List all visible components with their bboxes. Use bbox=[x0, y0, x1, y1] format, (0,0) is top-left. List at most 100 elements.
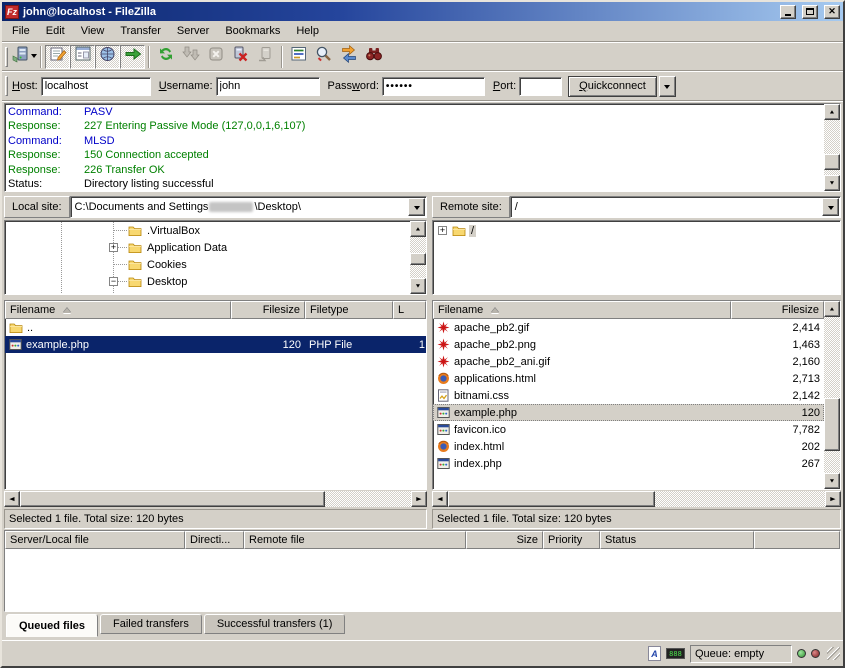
reconnect-button[interactable] bbox=[253, 45, 278, 69]
menu-item-edit[interactable]: Edit bbox=[38, 22, 73, 40]
scroll-down-button[interactable]: ▼ bbox=[824, 175, 840, 191]
scroll-down-button[interactable]: ▼ bbox=[410, 278, 426, 294]
refresh-button[interactable] bbox=[153, 45, 178, 69]
refresh-icon bbox=[157, 45, 175, 68]
local-tree-scrollbar[interactable]: ▲ ▼ bbox=[410, 221, 426, 294]
queue-column-size[interactable]: Size bbox=[466, 531, 543, 549]
synchronized-browsing-button[interactable] bbox=[336, 45, 361, 69]
resize-grip[interactable] bbox=[827, 647, 840, 660]
expand-plus-icon[interactable]: + bbox=[438, 226, 447, 235]
queue-column-server-local-file[interactable]: Server/Local file bbox=[5, 531, 185, 549]
tab-successful-transfers-1[interactable]: Successful transfers (1) bbox=[204, 614, 346, 634]
queue-column-priority[interactable]: Priority bbox=[543, 531, 600, 549]
remote-site-combo[interactable]: / bbox=[510, 196, 841, 218]
tab-failed-transfers[interactable]: Failed transfers bbox=[100, 614, 202, 634]
expand-plus-icon[interactable]: + bbox=[109, 243, 118, 252]
file-row-favicon-ico[interactable]: favicon.ico7,782 bbox=[433, 421, 824, 438]
remote-hscrollbar[interactable]: ◀ ▶ bbox=[432, 491, 841, 507]
queue-column-status[interactable]: Status bbox=[600, 531, 754, 549]
column-header-filesize[interactable]: Filesize bbox=[231, 301, 305, 319]
toggle-local-tree-button[interactable] bbox=[70, 45, 95, 69]
scroll-left-button[interactable]: ◀ bbox=[4, 491, 20, 507]
file-row-item[interactable]: .. bbox=[5, 319, 426, 336]
file-row-index-php[interactable]: index.php267 bbox=[433, 455, 824, 472]
file-row-apache-pb2-png[interactable]: apache_pb2.png1,463 bbox=[433, 336, 824, 353]
site-manager-button[interactable] bbox=[12, 45, 37, 69]
file-row-bitnami-css[interactable]: bitnami.css2,142 bbox=[433, 387, 824, 404]
file-row-apache-pb2-gif[interactable]: apache_pb2.gif2,414 bbox=[433, 319, 824, 336]
scroll-up-button[interactable]: ▲ bbox=[824, 104, 840, 120]
menu-item-view[interactable]: View bbox=[73, 22, 113, 40]
process-queue-button[interactable] bbox=[178, 45, 203, 69]
scroll-thumb[interactable] bbox=[448, 491, 655, 507]
password-input[interactable] bbox=[382, 77, 485, 96]
file-row-example-php[interactable]: example.php120 bbox=[433, 404, 824, 421]
transfer-type-icon[interactable]: A bbox=[648, 646, 661, 661]
toggle-remote-tree-button[interactable] bbox=[95, 45, 120, 69]
file-row-applications-html[interactable]: applications.html2,713 bbox=[433, 370, 824, 387]
scroll-track[interactable] bbox=[824, 317, 840, 473]
scroll-track[interactable] bbox=[410, 237, 426, 278]
queue-column-directi[interactable]: Directi... bbox=[185, 531, 244, 549]
scroll-thumb[interactable] bbox=[824, 398, 840, 451]
scroll-track[interactable] bbox=[20, 491, 411, 507]
cancel-operation-button[interactable] bbox=[203, 45, 228, 69]
column-header-filename[interactable]: Filename bbox=[5, 301, 231, 319]
filter-button[interactable] bbox=[286, 45, 311, 69]
remote-combo-dropdown[interactable] bbox=[822, 198, 839, 216]
log-line-status: Status:Directory listing successful bbox=[8, 177, 822, 191]
scroll-down-button[interactable]: ▼ bbox=[824, 473, 840, 489]
tab-queued-files[interactable]: Queued files bbox=[6, 614, 98, 637]
tree-item-virtualbox[interactable]: .VirtualBox bbox=[6, 222, 409, 239]
remote-list-scrollbar[interactable]: ▲ ▼ bbox=[824, 301, 840, 489]
collapse-minus-icon[interactable]: − bbox=[109, 277, 118, 286]
local-site-combo[interactable]: C:\Documents and Settings\Desktop\ bbox=[70, 196, 427, 218]
toggle-transfer-queue-button[interactable] bbox=[120, 45, 145, 69]
quickconnect-button[interactable]: Quickconnect bbox=[568, 76, 657, 97]
queue-column-remote-file[interactable]: Remote file bbox=[244, 531, 466, 549]
directory-comparison-button[interactable] bbox=[311, 45, 336, 69]
css-file-icon bbox=[437, 389, 450, 402]
column-header-filename[interactable]: Filename bbox=[433, 301, 731, 319]
scroll-up-button[interactable]: ▲ bbox=[824, 301, 840, 317]
scroll-thumb[interactable] bbox=[410, 253, 426, 265]
port-input[interactable] bbox=[519, 77, 562, 96]
disconnect-button[interactable] bbox=[228, 45, 253, 69]
tree-item-desktop[interactable]: −Desktop bbox=[6, 273, 409, 290]
scroll-track[interactable] bbox=[824, 120, 840, 175]
username-input[interactable] bbox=[216, 77, 320, 96]
queue-header: Server/Local fileDirecti...Remote fileSi… bbox=[5, 531, 840, 549]
file-row-index-html[interactable]: index.html202 bbox=[433, 438, 824, 455]
toggle-message-log-button[interactable] bbox=[45, 45, 70, 69]
file-row-apache-pb2-ani-gif[interactable]: apache_pb2_ani.gif2,160 bbox=[433, 353, 824, 370]
close-button[interactable]: ✕ bbox=[824, 5, 840, 19]
tree-item-application-data[interactable]: +Application Data bbox=[6, 239, 409, 256]
host-input[interactable] bbox=[41, 77, 151, 96]
tree-item-root[interactable]: +/ bbox=[434, 222, 839, 239]
menu-item-bookmarks[interactable]: Bookmarks bbox=[217, 22, 288, 40]
menu-item-file[interactable]: File bbox=[4, 22, 38, 40]
maximize-button[interactable] bbox=[802, 5, 818, 19]
local-combo-dropdown[interactable] bbox=[408, 198, 425, 216]
menu-item-transfer[interactable]: Transfer bbox=[112, 22, 169, 40]
file-row-example-php[interactable]: example.php120PHP File1 bbox=[5, 336, 426, 353]
scroll-thumb[interactable] bbox=[824, 154, 840, 170]
local-hscrollbar[interactable]: ◀ ▶ bbox=[4, 491, 427, 507]
scroll-thumb[interactable] bbox=[20, 491, 325, 507]
tree-item-cookies[interactable]: Cookies bbox=[6, 256, 409, 273]
column-header-l[interactable]: L bbox=[393, 301, 426, 319]
column-header-filesize[interactable]: Filesize bbox=[731, 301, 824, 319]
minimize-button[interactable] bbox=[780, 5, 796, 19]
scroll-left-button[interactable]: ◀ bbox=[432, 491, 448, 507]
menu-item-server[interactable]: Server bbox=[169, 22, 217, 40]
menu-item-help[interactable]: Help bbox=[288, 22, 327, 40]
quickconnect-dropdown-button[interactable] bbox=[659, 76, 676, 97]
scroll-track[interactable] bbox=[448, 491, 825, 507]
speed-limits-icon[interactable]: 888 bbox=[666, 648, 685, 659]
log-scrollbar[interactable]: ▲ ▼ bbox=[824, 104, 840, 191]
scroll-right-button[interactable]: ▶ bbox=[825, 491, 841, 507]
scroll-up-button[interactable]: ▲ bbox=[410, 221, 426, 237]
find-files-button[interactable] bbox=[361, 45, 386, 69]
scroll-right-button[interactable]: ▶ bbox=[411, 491, 427, 507]
column-header-filetype[interactable]: Filetype bbox=[305, 301, 393, 319]
